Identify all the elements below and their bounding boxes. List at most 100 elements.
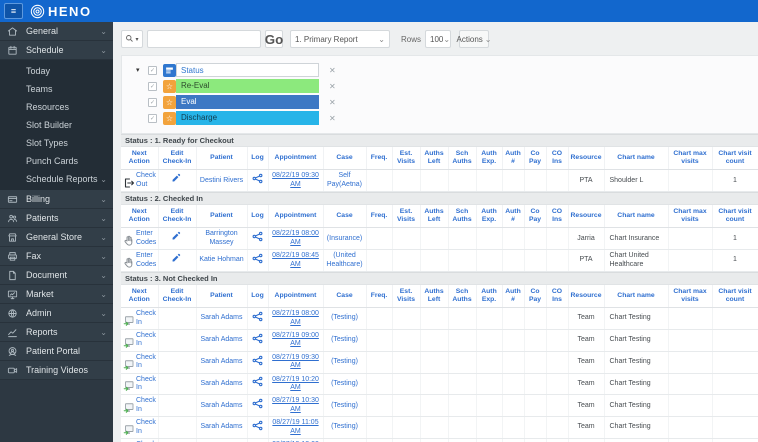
rows-select[interactable]: 100 ⌄ [425, 30, 452, 48]
log-icon[interactable] [252, 173, 264, 185]
close-icon[interactable]: ✕ [329, 82, 336, 91]
sidebar-subitem-slot-types[interactable]: Slot Types [0, 134, 113, 152]
filter-checkbox[interactable]: ✓ [148, 97, 157, 107]
appointment-link[interactable]: 08/22/19 08:00 AM [272, 230, 319, 245]
column-header-est_visits[interactable]: Est. Visits [392, 205, 421, 229]
column-header-sch_auths[interactable]: Sch Auths [448, 205, 477, 229]
column-header-freq[interactable]: Freq. [366, 284, 393, 309]
appointment-link[interactable]: 08/22/19 09:30 AM [272, 172, 319, 187]
search-input[interactable] [147, 30, 261, 48]
column-header-resource[interactable]: Resource [568, 205, 605, 229]
collapse-caret-icon[interactable]: ▾ [136, 66, 148, 74]
column-header-co_ins[interactable]: CO Ins [546, 284, 569, 309]
log-icon[interactable] [252, 355, 264, 367]
search-dropdown-button[interactable]: ▾ [121, 30, 143, 48]
patient-link[interactable]: Sarah Adams [200, 358, 242, 365]
status-tag[interactable]: Re-Eval [176, 79, 319, 93]
patient-link[interactable]: Sarah Adams [200, 423, 242, 430]
column-header-next_action[interactable]: Next Action [121, 284, 159, 309]
column-header-auth_no[interactable]: Auth # [502, 284, 525, 309]
menu-icon[interactable]: ≡ [4, 3, 23, 19]
column-header-auth_no[interactable]: Auth # [502, 205, 525, 229]
pencil-icon[interactable] [171, 253, 183, 265]
next-action-link[interactable]: Check In [136, 419, 156, 436]
case-link[interactable]: (Testing) [331, 402, 358, 409]
appointment-link[interactable]: 08/27/19 08:00 AM [272, 310, 319, 325]
report-select[interactable]: 1. Primary Report ⌄ [290, 30, 390, 48]
column-header-patient[interactable]: Patient [196, 147, 248, 171]
column-header-chart_max[interactable]: Chart max visits [668, 205, 713, 229]
filter-checkbox[interactable]: ✓ [148, 65, 157, 75]
filter-field-label[interactable]: Status [176, 63, 319, 77]
column-header-chart_name[interactable]: Chart name [604, 205, 669, 229]
next-action-link[interactable]: Check Out [136, 172, 156, 189]
sidebar-item-general-store[interactable]: General Store ⌄ [0, 228, 113, 247]
appointment-link[interactable]: 08/27/19 11:05 AM [272, 419, 318, 434]
star-icon[interactable]: ☆ [163, 79, 176, 93]
column-header-auth_no[interactable]: Auth # [502, 147, 525, 171]
status-tag[interactable]: Eval [176, 95, 319, 109]
go-button[interactable]: Go [265, 30, 283, 48]
sidebar-item-patients[interactable]: Patients ⌄ [0, 209, 113, 228]
column-header-auths_left[interactable]: Auths Left [420, 284, 449, 309]
column-header-log[interactable]: Log [247, 147, 269, 171]
sidebar-item-admin[interactable]: Admin ⌄ [0, 304, 113, 323]
next-action-link[interactable]: Enter Codes [136, 230, 156, 247]
column-header-co_pay[interactable]: Co Pay [524, 205, 547, 229]
sidebar-item-market[interactable]: Market ⌄ [0, 285, 113, 304]
column-header-chart_count[interactable]: Chart visit count [712, 147, 758, 171]
column-header-auth_exp[interactable]: Auth Exp. [476, 205, 503, 229]
close-icon[interactable]: ✕ [329, 66, 336, 75]
column-header-log[interactable]: Log [247, 284, 269, 309]
next-action-link[interactable]: Check In [136, 376, 156, 393]
column-header-chart_count[interactable]: Chart visit count [712, 205, 758, 229]
column-header-freq[interactable]: Freq. [366, 205, 393, 229]
column-header-edit_checkin[interactable]: Edit Check-In [158, 205, 197, 229]
column-header-patient[interactable]: Patient [196, 205, 248, 229]
log-icon[interactable] [252, 311, 264, 323]
case-link[interactable]: (Testing) [331, 314, 358, 321]
column-header-freq[interactable]: Freq. [366, 147, 393, 171]
sidebar-item-schedule[interactable]: Schedule ⌄ [0, 41, 113, 60]
pencil-icon[interactable] [171, 231, 183, 243]
column-header-chart_count[interactable]: Chart visit count [712, 284, 758, 309]
log-icon[interactable] [252, 253, 264, 265]
close-icon[interactable]: ✕ [329, 114, 336, 123]
appointment-link[interactable]: 08/27/19 10:30 AM [272, 397, 319, 412]
sidebar-item-fax[interactable]: Fax ⌄ [0, 247, 113, 266]
next-action-link[interactable]: Check In [136, 332, 156, 349]
column-header-case[interactable]: Case [323, 284, 367, 309]
app-logo[interactable]: HENO [30, 4, 92, 19]
next-action-link[interactable]: Check In [136, 310, 156, 327]
column-header-chart_max[interactable]: Chart max visits [668, 147, 713, 171]
case-link[interactable]: (Testing) [331, 336, 358, 343]
status-tag[interactable]: Discharge [176, 111, 319, 125]
column-header-auth_exp[interactable]: Auth Exp. [476, 147, 503, 171]
column-header-chart_max[interactable]: Chart max visits [668, 284, 713, 309]
column-header-next_action[interactable]: Next Action [121, 205, 159, 229]
column-header-appointment[interactable]: Appointment [268, 205, 324, 229]
log-icon[interactable] [252, 376, 264, 388]
column-header-case[interactable]: Case [323, 147, 367, 171]
sidebar-subitem-today[interactable]: Today [0, 62, 113, 80]
sidebar-item-document[interactable]: Document ⌄ [0, 266, 113, 285]
column-header-auth_exp[interactable]: Auth Exp. [476, 284, 503, 309]
case-link[interactable]: Self Pay(Aetna) [327, 172, 362, 187]
patient-link[interactable]: Sarah Adams [200, 314, 242, 321]
column-header-appointment[interactable]: Appointment [268, 284, 324, 309]
column-header-co_ins[interactable]: CO Ins [546, 147, 569, 171]
column-header-co_pay[interactable]: Co Pay [524, 147, 547, 171]
log-icon[interactable] [252, 333, 264, 345]
appointment-link[interactable]: 08/27/19 09:00 AM [272, 332, 319, 347]
column-header-sch_auths[interactable]: Sch Auths [448, 284, 477, 309]
patient-link[interactable]: Destini Rivers [200, 177, 243, 184]
column-header-auths_left[interactable]: Auths Left [420, 147, 449, 171]
sidebar-subitem-resources[interactable]: Resources [0, 98, 113, 116]
pencil-icon[interactable] [171, 173, 183, 185]
sidebar-subitem-slot-builder[interactable]: Slot Builder [0, 116, 113, 134]
column-header-log[interactable]: Log [247, 205, 269, 229]
column-header-est_visits[interactable]: Est. Visits [392, 284, 421, 309]
next-action-link[interactable]: Check In [136, 354, 156, 371]
column-header-case[interactable]: Case [323, 205, 367, 229]
patient-link[interactable]: Barrington Massey [205, 230, 237, 245]
